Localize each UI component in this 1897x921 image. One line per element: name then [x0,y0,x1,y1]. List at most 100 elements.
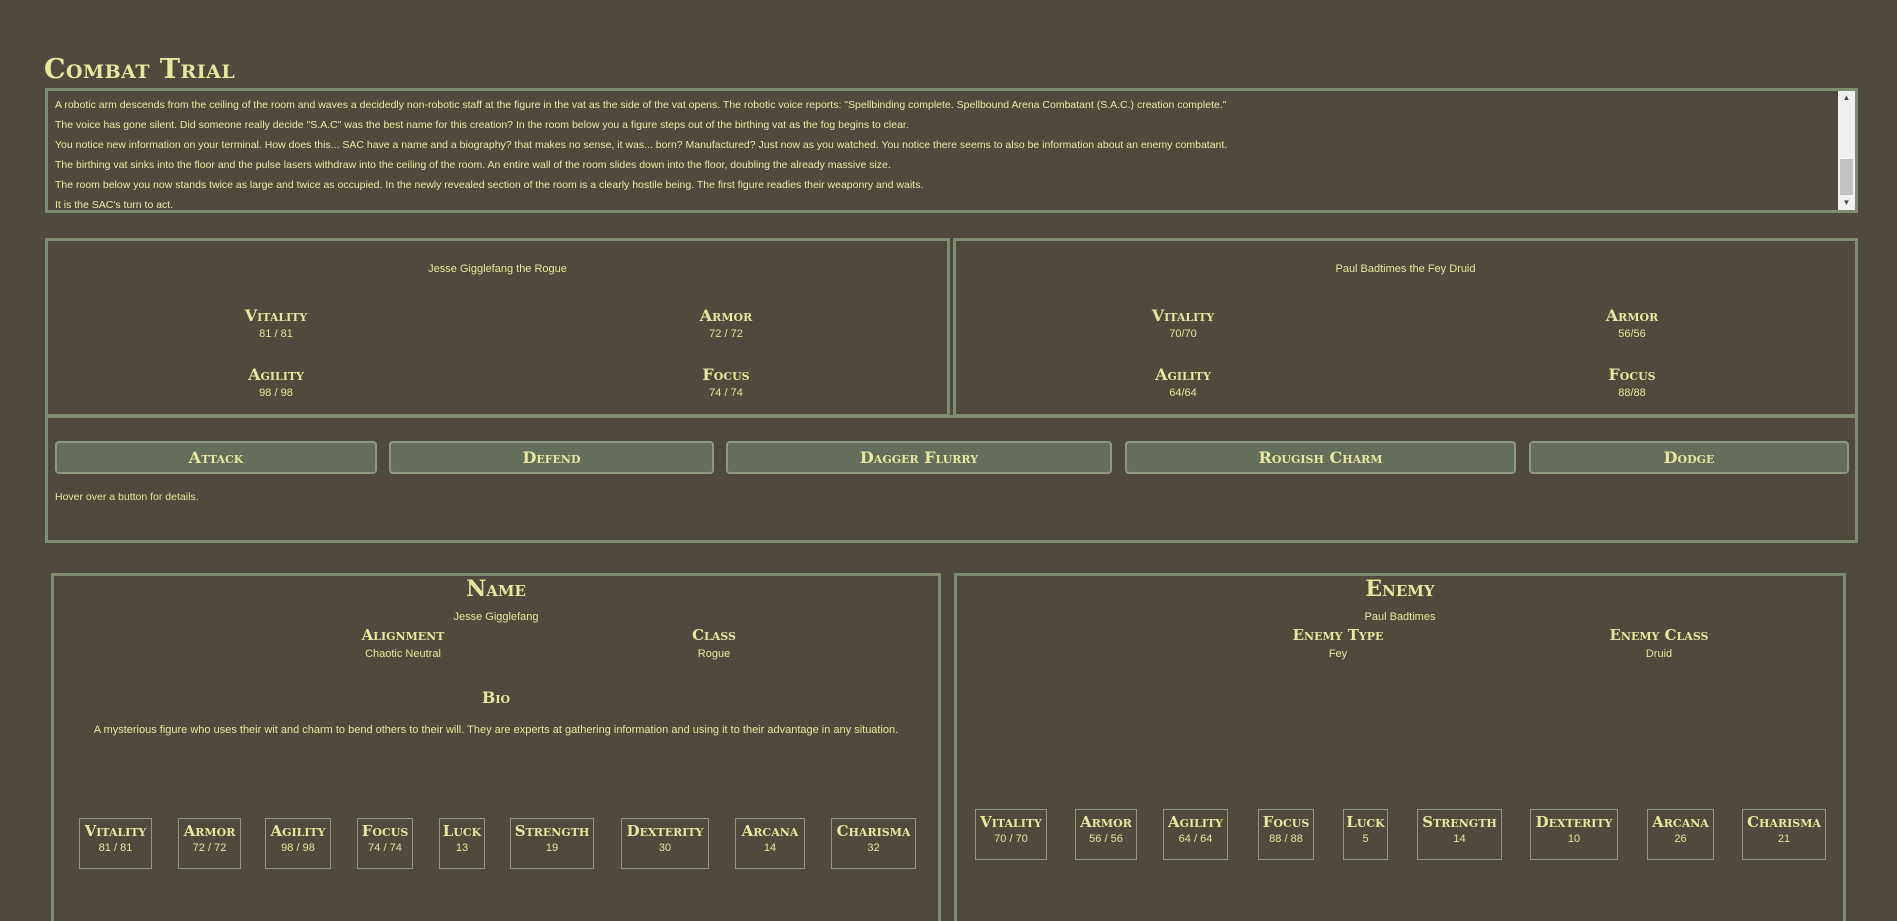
dagger-flurry-button[interactable]: Dagger Flurry [726,441,1112,474]
stat-label: Charisma [1747,813,1821,831]
enemy-stat-focus: Focus 88 / 88 [1258,809,1314,860]
stat-value: 70/70 [1169,328,1197,340]
enemy-agility-stat: Agility 64/64 [1103,365,1263,399]
stat-label: Focus [702,365,750,384]
action-hint-text: Hover over a button for details. [55,491,199,503]
stat-value: 72 / 72 [709,328,743,340]
action-panel: Attack Defend Dagger Flurry Rougish Char… [45,415,1858,543]
stat-label: Armor [1605,306,1659,325]
stat-label: Agility [248,365,304,384]
defend-button[interactable]: Defend [389,441,714,474]
enemy-status-panel: Paul Badtimes the Fey Druid Vitality 70/… [953,238,1858,417]
scroll-thumb[interactable] [1840,159,1853,195]
stat-value: 19 [545,842,559,854]
combat-log[interactable]: A robotic arm descends from the ceiling … [45,88,1858,213]
stat-label: Charisma [836,822,911,840]
stat-label: Strength [514,822,590,840]
combat-log-lines: A robotic arm descends from the ceiling … [55,95,1833,211]
stat-label: Vitality [244,306,308,325]
log-line: The birthing vat sinks into the floor an… [55,159,891,171]
enemy-armor-stat: Armor 56/56 [1552,306,1712,340]
enemy-panel-name: Paul Badtimes the Fey Druid [1335,263,1476,275]
enemy-stat-dexterity: Dexterity 10 [1530,809,1618,860]
field-label: Alignment [361,626,445,644]
stat-label: Armor [699,306,753,325]
player-stat-charisma: Charisma 32 [831,818,916,869]
player-class: Class Rogue [614,626,814,660]
enemy-stat-arcana: Arcana 26 [1647,809,1714,860]
enemy-stat-charisma: Charisma 21 [1742,809,1826,860]
stat-value: 70 / 70 [994,833,1028,845]
player-stat-vitality: Vitality 81 / 81 [79,818,152,869]
enemy-vitality-stat: Vitality 70/70 [1103,306,1263,340]
player-card-name: Jesse Gigglefang [453,611,539,623]
rougish-charm-button[interactable]: Rougish Charm [1125,441,1516,474]
attack-button[interactable]: Attack [55,441,377,474]
player-armor-stat: Armor 72 / 72 [646,306,806,340]
player-stat-arcana: Arcana 14 [735,818,805,869]
field-label: Enemy Class [1609,626,1709,644]
enemy-stat-luck: Luck 5 [1343,809,1388,860]
page-title: Combat Trial [44,54,236,85]
stat-label: Arcana [1652,813,1709,831]
field-value: Fey [1328,648,1348,660]
player-stat-armor: Armor 72 / 72 [178,818,241,869]
stat-label: Luck [442,822,482,840]
player-stat-agility: Agility 98 / 98 [265,818,331,869]
enemy-type: Enemy Type Fey [1238,626,1438,660]
stat-label: Focus [1262,813,1310,831]
enemy-info-card: Enemy Paul Badtimes Enemy Type Fey Enemy… [954,573,1846,921]
dodge-button[interactable]: Dodge [1529,441,1849,474]
player-agility-stat: Agility 98 / 98 [196,365,356,399]
player-panel-name: Jesse Gigglefang the Rogue [428,263,567,275]
stat-label: Luck [1346,813,1385,831]
log-line: A robotic arm descends from the ceiling … [55,99,1227,111]
stat-value: 10 [1567,833,1581,845]
log-line: The room below you now stands twice as l… [55,179,924,191]
enemy-card-title: Enemy [1365,576,1435,602]
stat-value: 88/88 [1618,387,1646,399]
player-stat-strength: Strength 19 [510,818,594,869]
bio-heading: Bio [481,688,511,707]
stat-label: Armor [1080,813,1132,831]
stat-value: 56 / 56 [1089,833,1123,845]
log-line: It is the SAC's turn to act. [55,199,174,211]
player-card-title: Name [466,576,526,602]
scroll-up-arrow-icon[interactable]: ▲ [1838,91,1855,105]
player-stat-luck: Luck 13 [439,818,485,869]
log-line: You notice new information on your termi… [55,139,1228,151]
stat-label: Agility [1155,365,1211,384]
field-value: Druid [1645,648,1673,660]
field-label: Enemy Type [1292,626,1384,644]
stat-label: Agility [270,822,326,840]
log-line: The voice has gone silent. Did someone r… [55,119,909,131]
stat-value: 72 / 72 [192,842,227,854]
stat-value: 98 / 98 [259,387,293,399]
stat-value: 64 / 64 [1178,833,1213,845]
stat-value: 88 / 88 [1269,833,1303,845]
stat-value: 21 [1777,833,1791,845]
stat-value: 98 / 98 [281,842,315,854]
stat-label: Focus [1608,365,1656,384]
stat-value: 56/56 [1618,328,1646,340]
player-stat-focus: Focus 74 / 74 [357,818,413,869]
enemy-stat-vitality: Vitality 70 / 70 [975,809,1047,860]
stat-value: 5 [1362,833,1369,845]
enemy-card-name: Paul Badtimes [1364,611,1436,623]
stat-value: 64/64 [1169,387,1197,399]
stat-value: 30 [658,842,672,854]
stat-label: Strength [1422,813,1497,831]
enemy-stat-strength: Strength 14 [1417,809,1502,860]
enemy-focus-stat: Focus 88/88 [1552,365,1712,399]
player-vitality-stat: Vitality 81 / 81 [196,306,356,340]
stat-value: 13 [455,842,469,854]
enemy-stat-agility: Agility 64 / 64 [1163,809,1228,860]
scroll-down-arrow-icon[interactable]: ▼ [1838,196,1855,210]
player-info-card: Name Jesse Gigglefang Alignment Chaotic … [51,573,941,921]
stat-value: 74 / 74 [709,387,743,399]
field-value: Rogue [697,648,731,660]
stat-value: 32 [867,842,880,854]
field-value: Chaotic Neutral [365,648,441,660]
log-scrollbar[interactable]: ▲ ▼ [1838,91,1855,210]
player-alignment: Alignment Chaotic Neutral [303,626,503,660]
